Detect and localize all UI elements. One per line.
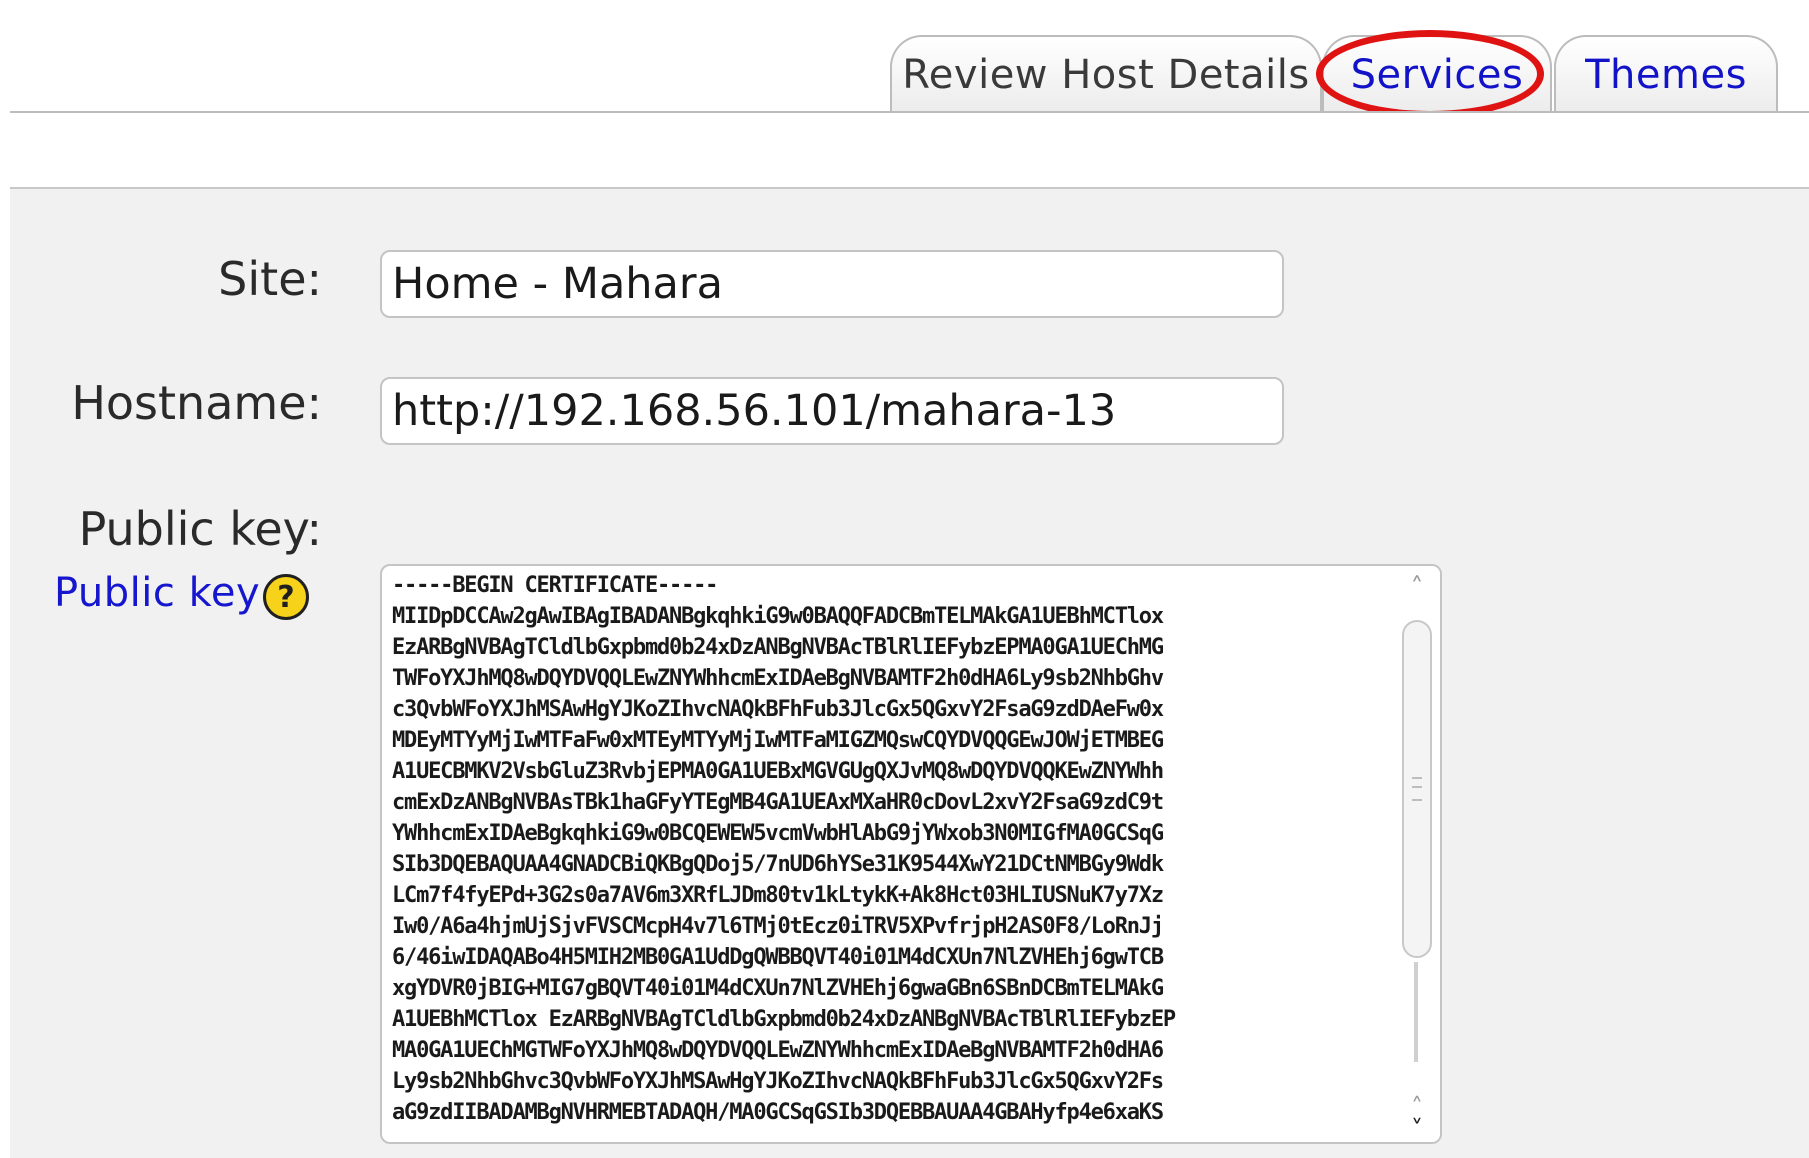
scrollbar-thumb[interactable] <box>1402 620 1432 958</box>
grip-icon <box>1412 777 1422 801</box>
question-mark-help-icon[interactable]: ? <box>263 574 309 620</box>
tab-content-header <box>10 113 1809 187</box>
public-key-help-link[interactable]: Public key <box>54 570 260 616</box>
textarea-scrollbar[interactable]: ˄ ˄ ˅ <box>1394 566 1440 1142</box>
hostname-label: Hostname: <box>71 376 322 430</box>
public-key-textarea[interactable]: -----BEGIN CERTIFICATE----- MIIDpDCCAw2g… <box>380 564 1442 1144</box>
tab-bar: Review Host Details Services Themes <box>0 0 1809 118</box>
public-key-text[interactable]: -----BEGIN CERTIFICATE----- MIIDpDCCAw2g… <box>392 570 1382 1128</box>
chevron-down-icon[interactable]: ˄ ˅ <box>1394 1095 1440 1141</box>
site-input[interactable] <box>380 250 1284 318</box>
chevron-up-icon[interactable]: ˄ <box>1394 570 1440 606</box>
hostname-input[interactable] <box>380 377 1284 445</box>
tab-services[interactable]: Services <box>1322 35 1552 112</box>
site-label: Site: <box>218 252 322 306</box>
tab-review-host-details[interactable]: Review Host Details <box>890 35 1322 112</box>
public-key-label: Public key: <box>78 502 322 556</box>
scrollbar-track[interactable] <box>1414 962 1418 1062</box>
tab-themes[interactable]: Themes <box>1554 35 1778 112</box>
